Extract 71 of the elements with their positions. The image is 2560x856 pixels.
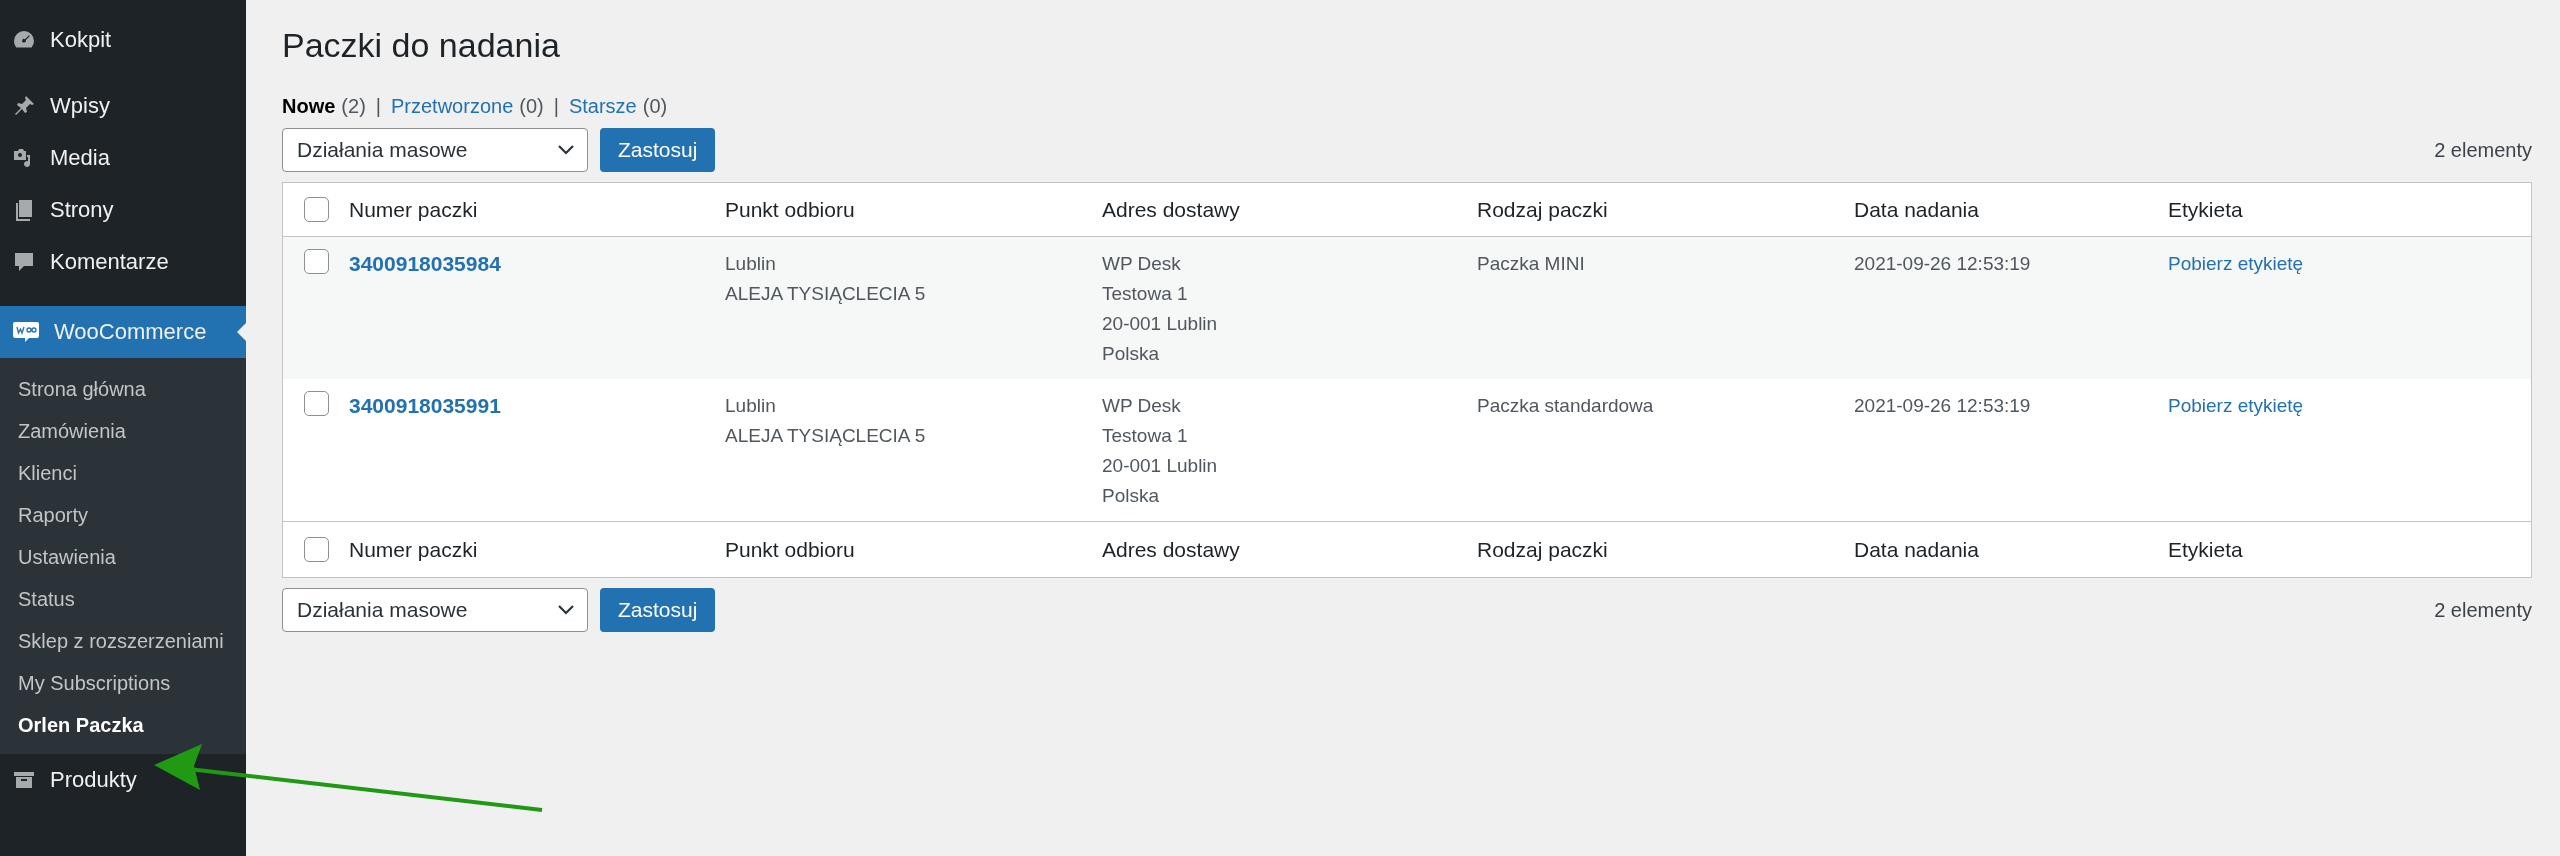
separator: | [375, 95, 381, 118]
separator: | [553, 95, 559, 118]
sidebar-item[interactable]: Media [0, 132, 246, 184]
column-header[interactable]: Numer paczki [349, 537, 715, 562]
download-label-link[interactable]: Pobierz etykietę [2168, 391, 2518, 421]
select-all-checkbox[interactable] [303, 197, 329, 222]
submenu-item[interactable]: Sklep z rozszerzeniami [0, 620, 246, 662]
view-link[interactable]: Przetworzone [391, 95, 514, 118]
select-all-checkbox[interactable] [303, 537, 329, 562]
bulk-actions-select[interactable]: Działania masowe [282, 128, 588, 172]
sidebar-item[interactable]: Komentarze [0, 236, 246, 288]
chevron-down-icon [557, 604, 575, 616]
address-line: 20-001 Lublin [1102, 312, 1219, 336]
column-header[interactable]: Rodzaj paczki [1477, 537, 1844, 562]
view-count: (0) [519, 95, 544, 118]
address-line: WP Desk [1102, 394, 1182, 418]
item-count: 2 elementy [2434, 598, 2532, 622]
parcel-type: Paczka standardowa [1477, 394, 1655, 418]
column-header[interactable]: Punkt odbioru [725, 197, 1092, 222]
item-count: 2 elementy [2434, 138, 2532, 162]
address-line: Polska [1102, 342, 1161, 366]
view-count: (0) [642, 95, 668, 118]
column-header[interactable]: Rodzaj paczki [1477, 197, 1844, 222]
sidebar-item[interactable]: Strony [0, 184, 246, 236]
send-date: 2021-09-26 12:53:19 [1854, 394, 2032, 418]
page-title: Paczki do nadania [282, 26, 561, 65]
submenu-item[interactable]: Ustawienia [0, 536, 246, 578]
parcel-type: Paczka MINI [1477, 252, 1586, 276]
submenu-item[interactable]: My Subscriptions [0, 662, 246, 704]
view-link[interactable]: Nowe [282, 95, 336, 118]
column-header[interactable]: Etykieta [2168, 197, 2518, 222]
column-header[interactable]: Etykieta [2168, 537, 2518, 562]
pickup-line: ALEJA TYSIĄCLECIA 5 [725, 424, 927, 448]
comment-icon [12, 250, 36, 274]
column-header[interactable]: Adres dostawy [1102, 197, 1467, 222]
pickup-line: ALEJA TYSIĄCLECIA 5 [725, 282, 927, 306]
submenu-item[interactable]: Raporty [0, 494, 246, 536]
row-checkbox[interactable] [303, 391, 329, 416]
view-link[interactable]: Starsze [568, 95, 637, 118]
apply-button[interactable]: Zastosuj [600, 128, 716, 172]
submenu-item[interactable]: Orlen Paczka [0, 704, 246, 746]
view-count: (2) [341, 95, 366, 118]
address-line: Polska [1102, 484, 1161, 508]
address-line: WP Desk [1102, 252, 1182, 276]
bulk-actions-select[interactable]: Działania masowe [282, 588, 588, 632]
pickup-line: Lublin [725, 252, 777, 276]
submenu-item[interactable]: Klienci [0, 452, 246, 494]
sidebar-item[interactable]: Kokpit [0, 14, 246, 66]
chevron-down-icon [557, 144, 575, 156]
column-header[interactable]: Numer paczki [349, 197, 715, 222]
apply-button[interactable]: Zastosuj [600, 588, 716, 632]
row-checkbox[interactable] [303, 249, 329, 274]
send-date: 2021-09-26 12:53:19 [1854, 252, 2032, 276]
download-label-link[interactable]: Pobierz etykietę [2168, 249, 2518, 279]
submenu-item[interactable]: Strona główna [0, 368, 246, 410]
column-header[interactable]: Data nadania [1854, 197, 2158, 222]
submenu-item[interactable]: Status [0, 578, 246, 620]
column-header[interactable]: Adres dostawy [1102, 537, 1467, 562]
column-header[interactable]: Punkt odbioru [725, 537, 1092, 562]
sidebar-item[interactable]: WooCommerce [0, 306, 246, 358]
sidebar-item[interactable]: Produkty [0, 754, 246, 806]
sidebar-item[interactable]: Wpisy [0, 80, 246, 132]
address-line: Testowa 1 [1102, 424, 1189, 448]
address-line: Testowa 1 [1102, 282, 1189, 306]
column-header[interactable]: Data nadania [1854, 537, 2158, 562]
address-line: 20-001 Lublin [1102, 454, 1219, 478]
woo-icon [12, 320, 40, 344]
pickup-line: Lublin [725, 394, 777, 418]
parcel-number-link[interactable]: 3400918035984 [349, 249, 715, 279]
submenu-item[interactable]: Zamówienia [0, 410, 246, 452]
parcel-number-link[interactable]: 3400918035991 [349, 391, 715, 421]
